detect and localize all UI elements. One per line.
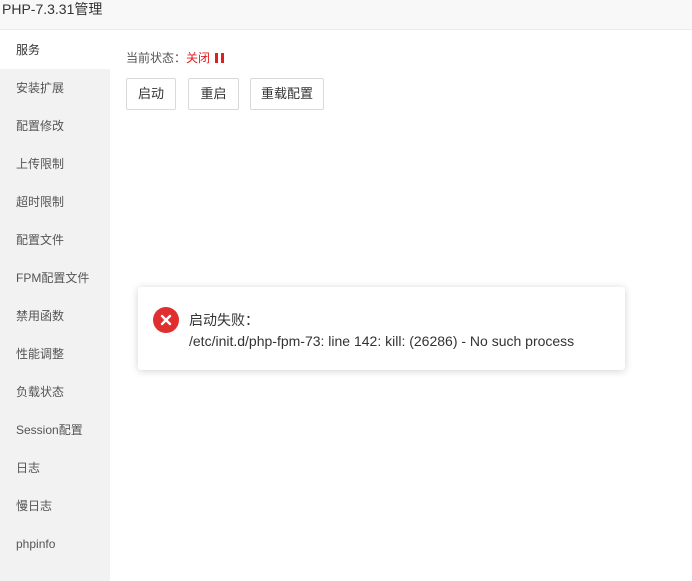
sidebar-item-timeout-limit[interactable]: 超时限制	[0, 183, 110, 221]
sidebar-item-slow-log[interactable]: 慢日志	[0, 487, 110, 525]
restart-button[interactable]: 重启	[188, 78, 239, 110]
toast-message: /etc/init.d/php-fpm-73: line 142: kill: …	[189, 333, 575, 349]
sidebar-item-service[interactable]: 服务	[0, 31, 110, 69]
sidebar-item-disabled-functions[interactable]: 禁用函数	[0, 297, 110, 335]
sidebar-item-upload-limit[interactable]: 上传限制	[0, 145, 110, 183]
toast-title: 启动失败：	[189, 312, 259, 328]
sidebar-item-install-extension[interactable]: 安装扩展	[0, 69, 110, 107]
sidebar-item-config-edit[interactable]: 配置修改	[0, 107, 110, 145]
sidebar-item-load-status[interactable]: 负载状态	[0, 373, 110, 411]
sidebar-item-session-config[interactable]: Session配置	[0, 411, 110, 449]
pause-icon	[215, 53, 225, 63]
status-label: 当前状态：	[126, 51, 187, 65]
sidebar-item-log[interactable]: 日志	[0, 449, 110, 487]
sidebar-item-config-file[interactable]: 配置文件	[0, 221, 110, 259]
sidebar: 服务 安装扩展 配置修改 上传限制 超时限制 配置文件 FPM配置文件 禁用函数…	[0, 31, 110, 581]
service-status: 当前状态：关闭	[126, 49, 225, 66]
sidebar-item-performance[interactable]: 性能调整	[0, 335, 110, 373]
error-icon	[153, 307, 179, 333]
window-title: PHP-7.3.31管理	[2, 1, 103, 17]
error-toast: 启动失败： /etc/init.d/php-fpm-73: line 142: …	[138, 287, 625, 370]
reload-config-button[interactable]: 重载配置	[250, 78, 324, 110]
sidebar-item-fpm-config-file[interactable]: FPM配置文件	[0, 259, 110, 297]
sidebar-item-phpinfo[interactable]: phpinfo	[0, 525, 110, 563]
status-value: 关闭	[186, 51, 211, 65]
start-button[interactable]: 启动	[126, 78, 176, 110]
window-titlebar: PHP-7.3.31管理	[0, 0, 692, 30]
